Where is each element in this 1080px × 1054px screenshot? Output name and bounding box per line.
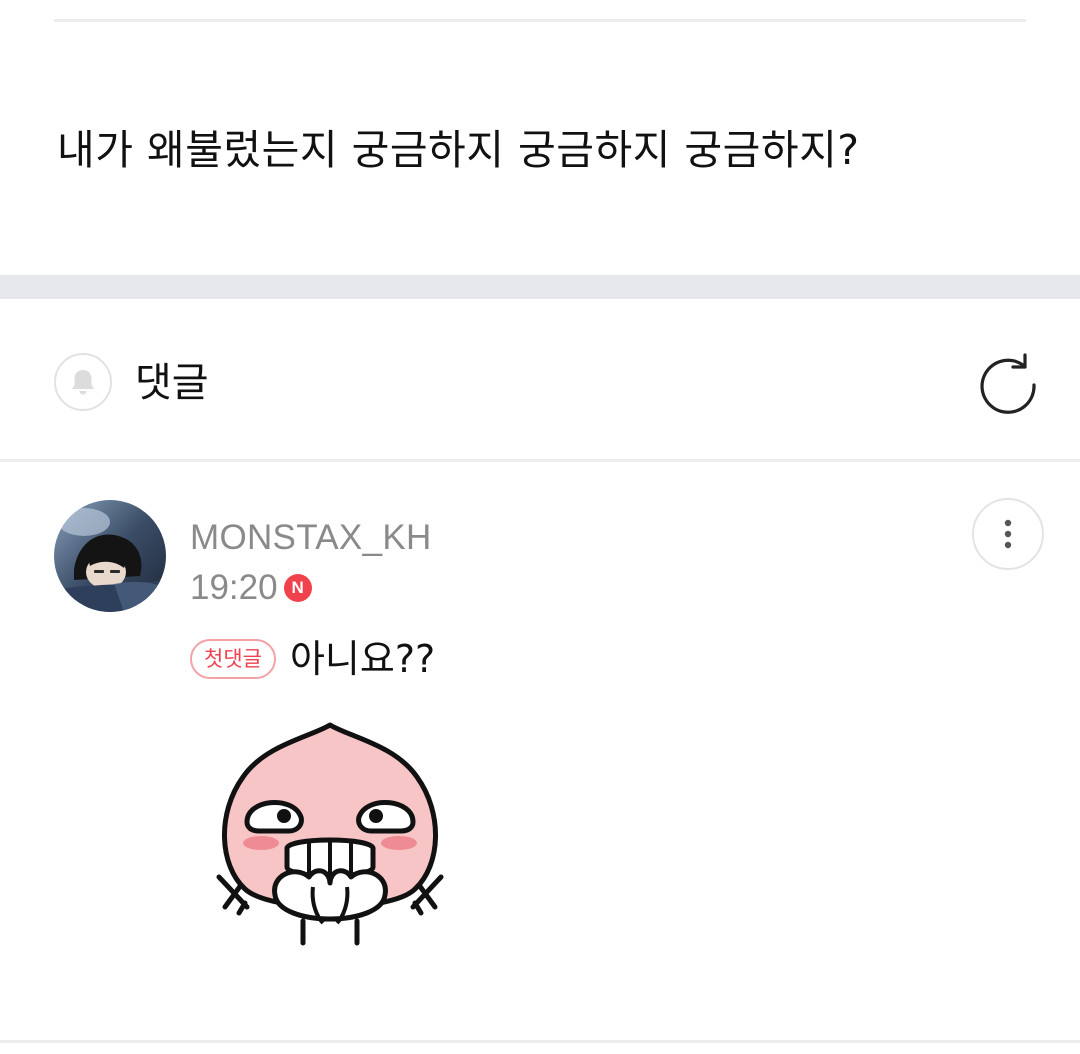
comment-section-header: 댓글 [0,299,1080,459]
peach-sticker [205,717,455,957]
bell-icon [72,370,94,395]
top-divider [54,19,1026,22]
peach-character-icon [216,722,444,946]
comment-text: 아니요?? [289,637,436,681]
refresh-button[interactable] [976,351,1040,415]
first-comment-badge: 첫댓글 [190,639,276,679]
comment-author[interactable]: MONSTAX_KH [190,516,432,560]
comment-more-button[interactable] [972,498,1044,570]
post-body-text: 내가 왜불렀는지 궁금하지 궁금하지 궁금하지? [57,126,860,174]
refresh-icon [980,353,1036,414]
comment-time: 19:20 [190,568,278,607]
section-separator [0,275,1080,299]
bottom-divider [0,1040,1080,1043]
new-badge: N [283,574,312,602]
avatar-photo [54,500,166,612]
comment-meta: 19:20 N [190,566,312,610]
notification-bell-button[interactable] [54,353,112,411]
more-vertical-icon [1004,519,1012,549]
comment-item: MONSTAX_KH 19:20 N 첫댓글 아니요?? [0,462,1080,1040]
comment-content: 첫댓글 아니요?? [190,636,435,682]
avatar[interactable] [54,500,166,612]
comment-section-title: 댓글 [135,360,209,406]
